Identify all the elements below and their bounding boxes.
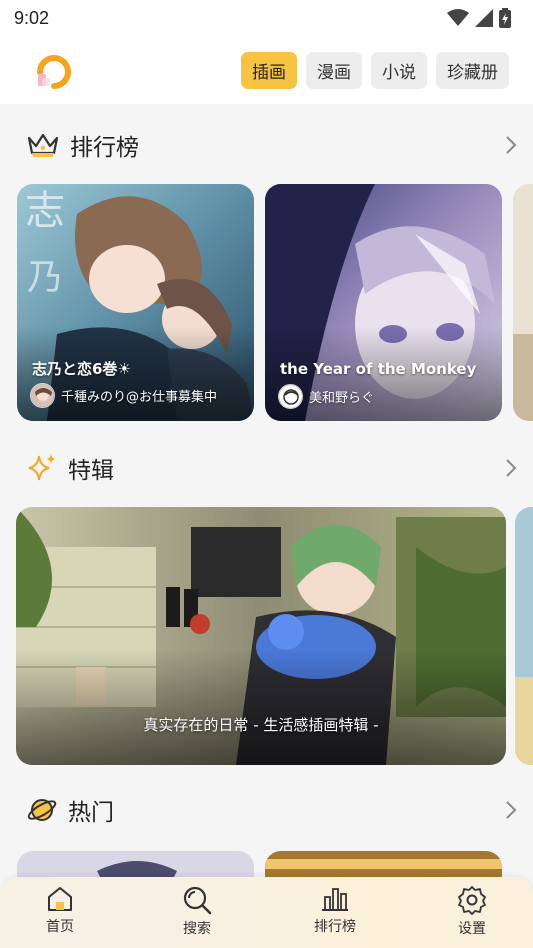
nav-home[interactable]: 首页	[20, 885, 100, 936]
feature-card[interactable]	[515, 507, 533, 765]
feature-card[interactable]: 真实存在的日常 - 生活感插画特辑 -	[16, 507, 506, 765]
sparkle-icon	[28, 454, 55, 481]
card-author: 美和野らぐ	[278, 384, 374, 409]
card-title: the Year of the Monkey	[280, 360, 477, 378]
avatar	[278, 384, 303, 409]
planet-icon	[27, 799, 57, 821]
status-time: 9:02	[14, 7, 50, 28]
tab-novel[interactable]: 小说	[371, 51, 427, 89]
author-name: 美和野らぐ	[309, 391, 375, 406]
artwork-image	[513, 184, 533, 421]
special-section-header[interactable]: 特辑	[0, 443, 533, 493]
tab-manga[interactable]: 漫画	[306, 51, 362, 89]
bar-chart-icon	[322, 888, 348, 911]
tab-collection[interactable]: 珍藏册	[436, 51, 509, 89]
author-name: 千種みのり@お仕事募集中	[61, 390, 218, 405]
nav-ranking[interactable]: 排行榜	[295, 885, 375, 936]
hot-title: 热门	[68, 800, 114, 826]
ranking-title: 排行榜	[70, 135, 139, 161]
ranking-card[interactable]	[513, 184, 533, 421]
wifi-icon	[447, 9, 469, 26]
card-author: 千種みのり@お仕事募集中	[30, 383, 217, 408]
nav-label: 搜索	[183, 921, 211, 937]
ranking-section-header[interactable]: 排行榜	[0, 120, 533, 170]
home-icon	[48, 887, 72, 911]
special-title: 特辑	[68, 458, 114, 484]
settings-icon	[458, 886, 486, 915]
ranking-card[interactable]: the Year of the Monkey 美和野らぐ	[265, 184, 502, 421]
artwork-image	[515, 507, 533, 765]
signal-icon	[475, 9, 493, 27]
status-icons	[447, 8, 511, 28]
tab-illustration[interactable]: 插画	[241, 51, 297, 89]
avatar	[30, 383, 55, 408]
nav-label: 首页	[46, 919, 74, 935]
status-bar: 9:02	[0, 0, 533, 36]
nav-search[interactable]: 搜索	[157, 885, 237, 938]
main-content: 排行榜 志 乃 志乃と恋6巻☀	[0, 104, 533, 948]
search-icon	[183, 886, 212, 915]
feature-title: 真实存在的日常 - 生活感插画特辑 -	[143, 716, 379, 734]
bottom-nav: 首页 搜索 排行榜 设置	[0, 877, 533, 948]
top-tabs: 插画 漫画 小说 珍藏册	[241, 51, 509, 89]
battery-icon	[499, 8, 511, 28]
app-logo[interactable]	[34, 50, 74, 90]
crown-icon	[27, 133, 59, 157]
chevron-right-icon[interactable]	[505, 458, 517, 478]
nav-label: 排行榜	[314, 919, 356, 935]
card-title: 志乃と恋6巻☀	[32, 360, 131, 378]
nav-label: 设置	[458, 921, 486, 937]
chevron-right-icon[interactable]	[505, 135, 517, 155]
hot-section-header[interactable]: 热门	[0, 785, 533, 835]
top-header: 插画 漫画 小说 珍藏册	[0, 36, 533, 104]
nav-settings[interactable]: 设置	[432, 885, 512, 938]
chevron-right-icon[interactable]	[505, 800, 517, 820]
ranking-card[interactable]: 志 乃 志乃と恋6巻☀ 千種みのり@お仕事募集中	[17, 184, 254, 421]
